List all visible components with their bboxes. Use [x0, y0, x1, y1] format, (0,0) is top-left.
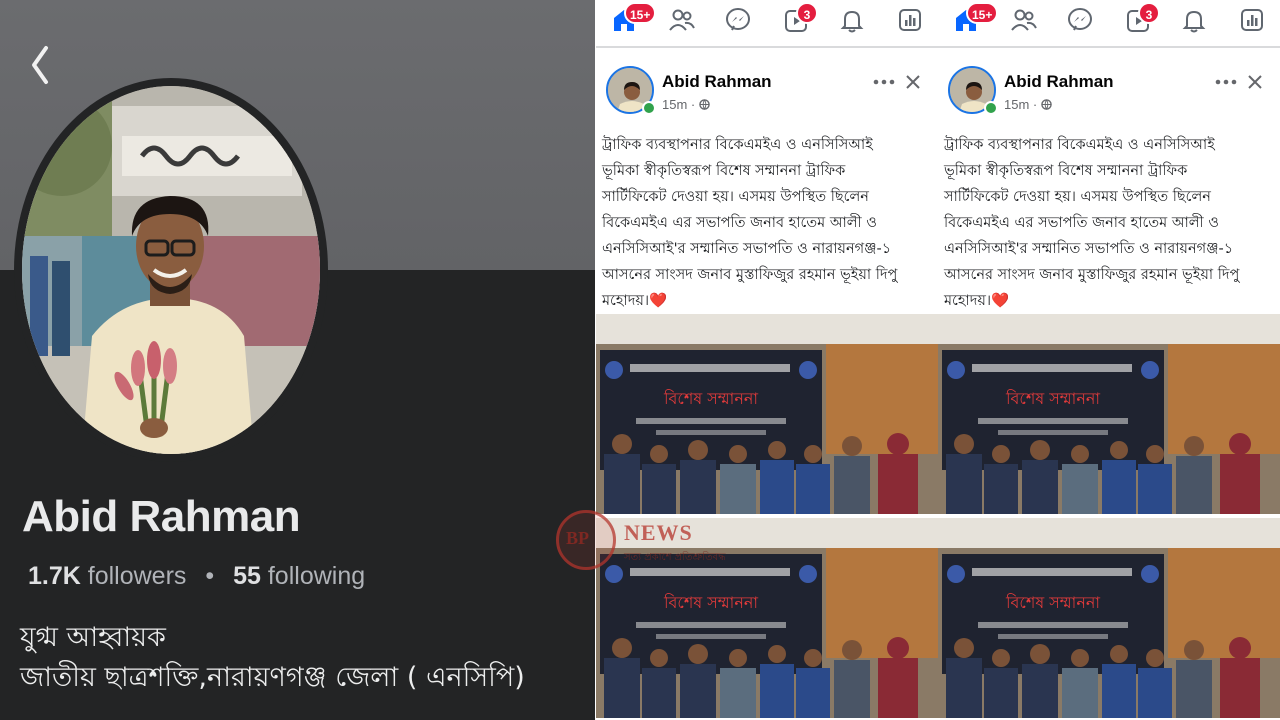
post-author[interactable]: Abid Rahman: [662, 72, 772, 92]
post-photo-1[interactable]: বিশেষ সম্মাননা: [596, 314, 938, 514]
profile-panel: Abid Rahman 1.7K followers • 55 followin…: [0, 0, 595, 720]
more-dots-icon: [873, 79, 895, 85]
post-text-line: আসনের সাংসদ জনাব মুস্তাফিজুর রহমান ভূইয়…: [944, 267, 1240, 283]
nav-home[interactable]: 15+: [610, 2, 657, 34]
post-text-line: সার্টিফিকেট দেওয়া হয়। এসময় উপস্থিত ছি…: [944, 189, 1211, 205]
post-text-line: ভূমিকা স্বীকৃতিস্বরূপ বিশেষ সম্মাননা ট্র…: [944, 163, 1188, 179]
bio-line-1: যুগ্ম আহ্বায়ক: [20, 622, 166, 653]
following-label[interactable]: following: [268, 562, 365, 590]
banner-title: বিশেষ সম্মাননা: [1005, 593, 1100, 612]
post-meta: 15m ·: [1004, 97, 1052, 112]
follow-stats: 1.7K followers • 55 following: [28, 562, 365, 591]
post-text-line: সার্টিফিকেট দেওয়া হয়। এসময় উপস্থিত ছি…: [602, 189, 869, 205]
friends-icon: [669, 9, 695, 31]
followers-count[interactable]: 1.7K: [28, 562, 81, 590]
post-meta: 15m ·: [662, 97, 710, 112]
online-status-dot: [642, 101, 656, 115]
online-status-dot: [984, 101, 998, 115]
post-photo-2[interactable]: বিশেষ সম্মাননা: [596, 518, 938, 718]
close-icon: [906, 75, 920, 89]
close-icon: [1248, 75, 1262, 89]
post-author[interactable]: Abid Rahman: [1004, 72, 1114, 92]
award-ceremony-photo: বিশেষ সম্মাননা: [938, 314, 1280, 514]
bell-icon: [840, 10, 864, 33]
messenger-icon: [726, 8, 750, 31]
nav-home[interactable]: 15+: [952, 2, 999, 34]
post-text-line: এনসিসিআই'র সম্মানিত সভাপতি ও নারায়নগঞ্জ…: [602, 241, 892, 257]
more-dots-icon: [1215, 79, 1237, 85]
post-text-line: মহোদয়।❤️: [944, 293, 1010, 309]
post-header: Abid Rahman 15m ·: [938, 56, 1280, 126]
globe-icon: [1041, 99, 1052, 110]
post-text: ট্রাফিক ব্যবস্থাপনার বিকেএমইএ ও এনসিসিআই…: [944, 132, 1274, 314]
video-badge: 3: [1138, 2, 1160, 24]
post-photo-1[interactable]: বিশেষ সম্মাননা: [938, 314, 1280, 514]
nav-friends[interactable]: [1010, 6, 1038, 34]
nav-video[interactable]: 3: [1124, 2, 1160, 34]
award-ceremony-photo: বিশেষ সম্মাননা: [596, 518, 938, 718]
post-close-button[interactable]: [905, 74, 921, 90]
video-badge: 3: [796, 2, 818, 24]
profile-name: Abid Rahman: [22, 492, 301, 541]
post-screenshot: 15+ 3 Abid Rahman 15m · ট্রাফিক ব্যবস্থা…: [938, 0, 1280, 720]
post-screenshot: 15+ 3 Abid Rahman 15m · ট্রাফিক ব্যবস্থা…: [596, 0, 938, 720]
post-time[interactable]: 15m: [662, 97, 687, 112]
friends-icon: [1011, 9, 1037, 31]
nav-dashboard[interactable]: [896, 6, 924, 34]
nav-notifications[interactable]: [838, 6, 866, 34]
home-badge: 15+: [624, 2, 657, 24]
nav-dashboard[interactable]: [1238, 6, 1266, 34]
bell-icon: [1182, 10, 1206, 33]
dashboard-icon: [899, 9, 921, 31]
post-text-line: বিকেএমইএ এর সভাপতি জনাব হাতেম আলী ও: [602, 215, 877, 231]
post-text-line: বিকেএমইএ এর সভাপতি জনাব হাতেম আলী ও: [944, 215, 1219, 231]
messenger-icon: [1068, 8, 1092, 31]
back-button[interactable]: [26, 42, 56, 88]
nav-friends[interactable]: [668, 6, 696, 34]
post-photo-2[interactable]: বিশেষ সম্মাননা: [938, 518, 1280, 718]
profile-avatar[interactable]: [22, 86, 320, 454]
banner-title: বিশেষ সম্মাননা: [663, 389, 758, 408]
globe-icon: [699, 99, 710, 110]
award-ceremony-photo: বিশেষ সম্মাননা: [596, 314, 938, 514]
top-navigation: 15+ 3: [938, 0, 1280, 48]
post-more-button[interactable]: [1214, 72, 1238, 92]
following-count[interactable]: 55: [233, 562, 261, 590]
nav-notifications[interactable]: [1180, 6, 1208, 34]
profile-photo: [22, 86, 320, 454]
post-text: ট্রাফিক ব্যবস্থাপনার বিকেএমইএ ও এনসিসিআই…: [602, 132, 932, 314]
banner-title: বিশেষ সম্মাননা: [663, 593, 758, 612]
post-text-line: এনসিসিআই'র সম্মানিত সভাপতি ও নারায়নগঞ্জ…: [944, 241, 1234, 257]
top-navigation: 15+ 3: [596, 0, 938, 48]
post-time[interactable]: 15m: [1004, 97, 1029, 112]
post-text-line: আসনের সাংসদ জনাব মুস্তাফিজুর রহমান ভূইয়…: [602, 267, 898, 283]
chevron-left-icon: [32, 46, 48, 84]
stats-separator: •: [205, 562, 215, 590]
screenshot-collage: Abid Rahman 1.7K followers • 55 followin…: [0, 0, 1280, 720]
nav-messenger[interactable]: [724, 6, 752, 34]
post-more-button[interactable]: [872, 72, 896, 92]
award-ceremony-photo: বিশেষ সম্মাননা: [938, 518, 1280, 718]
nav-messenger[interactable]: [1066, 6, 1094, 34]
nav-video[interactable]: 3: [782, 2, 818, 34]
post-text-line: ভূমিকা স্বীকৃতিস্বরূপ বিশেষ সম্মাননা ট্র…: [602, 163, 846, 179]
post-text-line: ট্রাফিক ব্যবস্থাপনার বিকেএমইএ ও এনসিসিআই: [944, 137, 1215, 153]
post-close-button[interactable]: [1247, 74, 1263, 90]
profile-bio: যুগ্ম আহ্বায়ক জাতীয় ছাত্রশক্তি,নারায়ণ…: [20, 618, 525, 698]
post-text-line: ট্রাফিক ব্যবস্থাপনার বিকেএমইএ ও এনসিসিআই: [602, 137, 873, 153]
dashboard-icon: [1241, 9, 1263, 31]
home-badge: 15+: [966, 2, 999, 24]
banner-title: বিশেষ সম্মাননা: [1005, 389, 1100, 408]
followers-label[interactable]: followers: [88, 562, 187, 590]
bio-line-2: জাতীয় ছাত্রশক্তি,নারায়ণগঞ্জ জেলা ( এনস…: [20, 662, 525, 693]
post-text-line: মহোদয়।❤️: [602, 293, 668, 309]
post-header: Abid Rahman 15m ·: [596, 56, 938, 126]
